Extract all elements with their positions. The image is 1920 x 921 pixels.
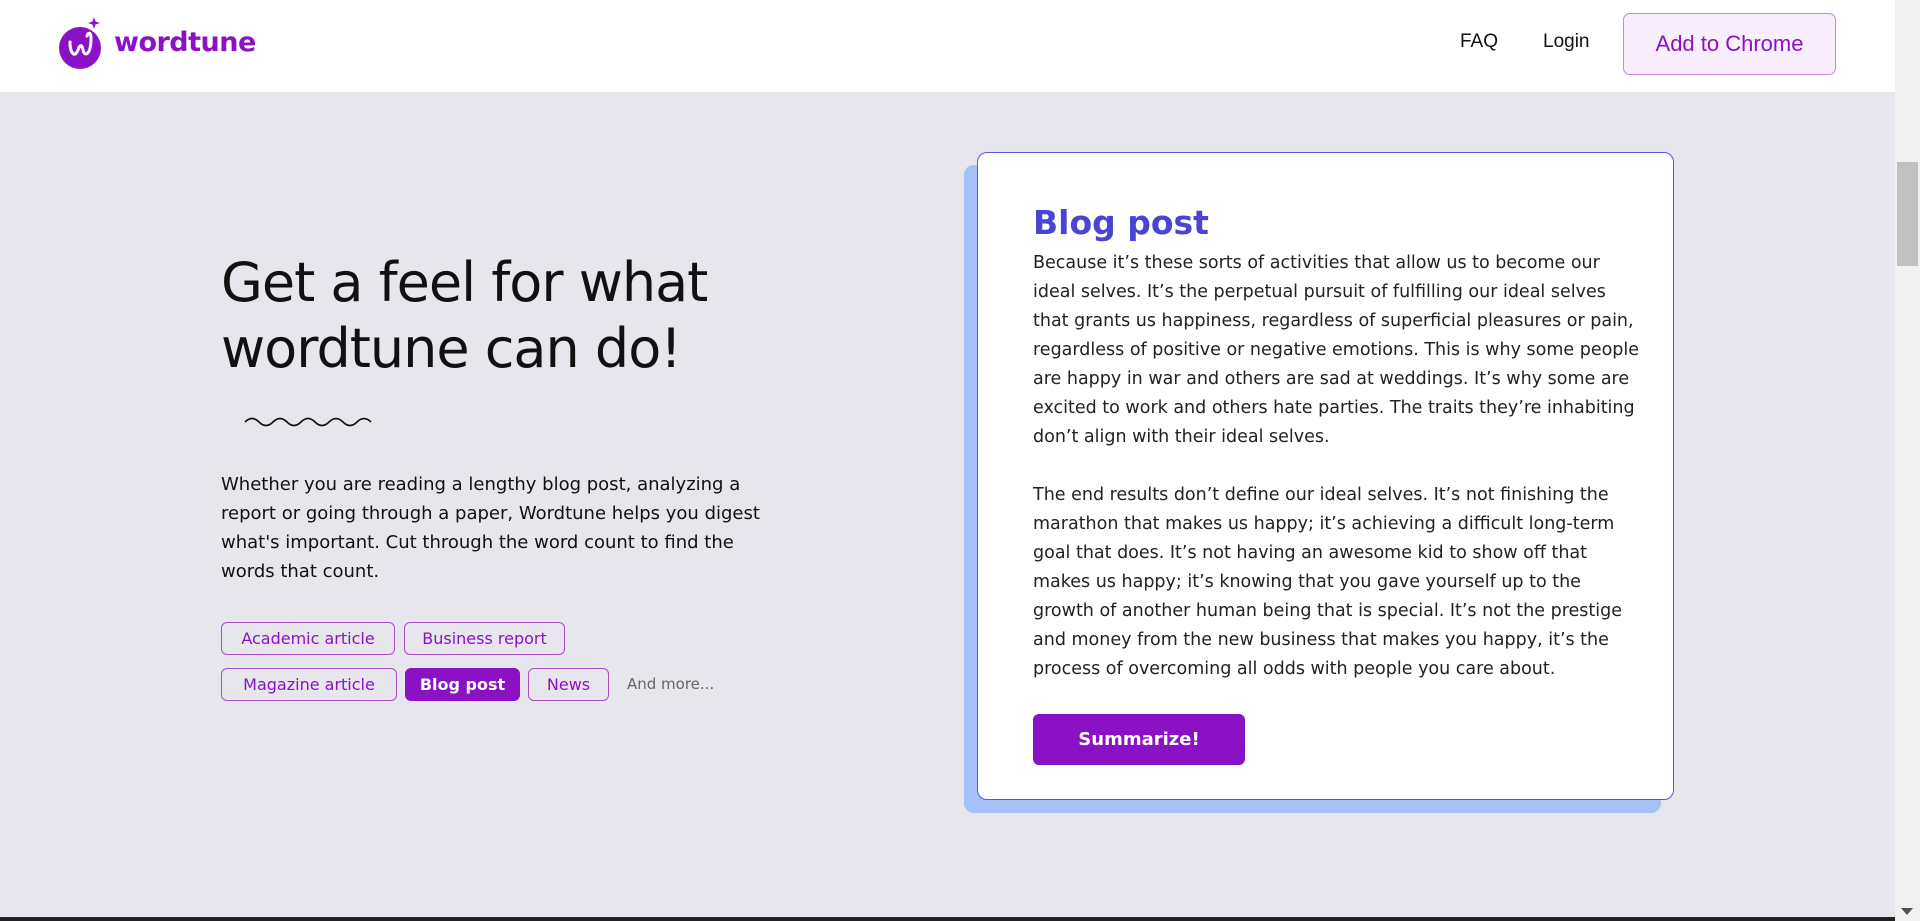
card-paragraph-2: The end results don’t define our ideal s…: [1033, 485, 1622, 679]
summarize-button[interactable]: Summarize!: [1033, 714, 1245, 765]
nav-faq-link[interactable]: FAQ: [1460, 31, 1498, 53]
wordtune-logo-icon: [58, 14, 104, 70]
sample-text-card: Blog post Because it’s these sorts of ac…: [977, 152, 1674, 800]
chip-blog-post[interactable]: Blog post: [405, 668, 520, 701]
wordtune-logo[interactable]: wordtune: [58, 14, 256, 70]
chip-academic-article[interactable]: Academic article: [221, 622, 395, 655]
nav-login-link[interactable]: Login: [1543, 31, 1590, 53]
card-body: Because it’s these sorts of activities t…: [1033, 249, 1643, 684]
headline-line-2: wordtune can do!: [221, 317, 682, 380]
squiggle-divider-icon: [244, 417, 372, 427]
scroll-down-arrow-icon[interactable]: [1901, 908, 1913, 915]
and-more-label: And more...: [627, 675, 715, 693]
bottom-divider: [0, 917, 1895, 921]
card-paragraph-1: Because it’s these sorts of activities t…: [1033, 253, 1640, 447]
intro-text: Whether you are reading a lengthy blog p…: [221, 474, 760, 582]
chip-business-report[interactable]: Business report: [404, 622, 565, 655]
logo-text: wordtune: [114, 26, 256, 58]
site-header: wordtune FAQ Login Add to Chrome: [0, 0, 1895, 92]
headline-line-1: Get a feel for what: [221, 251, 708, 314]
chip-magazine-article[interactable]: Magazine article: [221, 668, 397, 701]
page-headline: Get a feel for what wordtune can do!: [221, 250, 821, 382]
add-to-chrome-button[interactable]: Add to Chrome: [1623, 13, 1836, 75]
card-title: Blog post: [1033, 203, 1209, 242]
page-scrollbar[interactable]: [1895, 0, 1920, 921]
scrollbar-thumb[interactable]: [1897, 162, 1918, 266]
chip-news[interactable]: News: [528, 668, 609, 701]
